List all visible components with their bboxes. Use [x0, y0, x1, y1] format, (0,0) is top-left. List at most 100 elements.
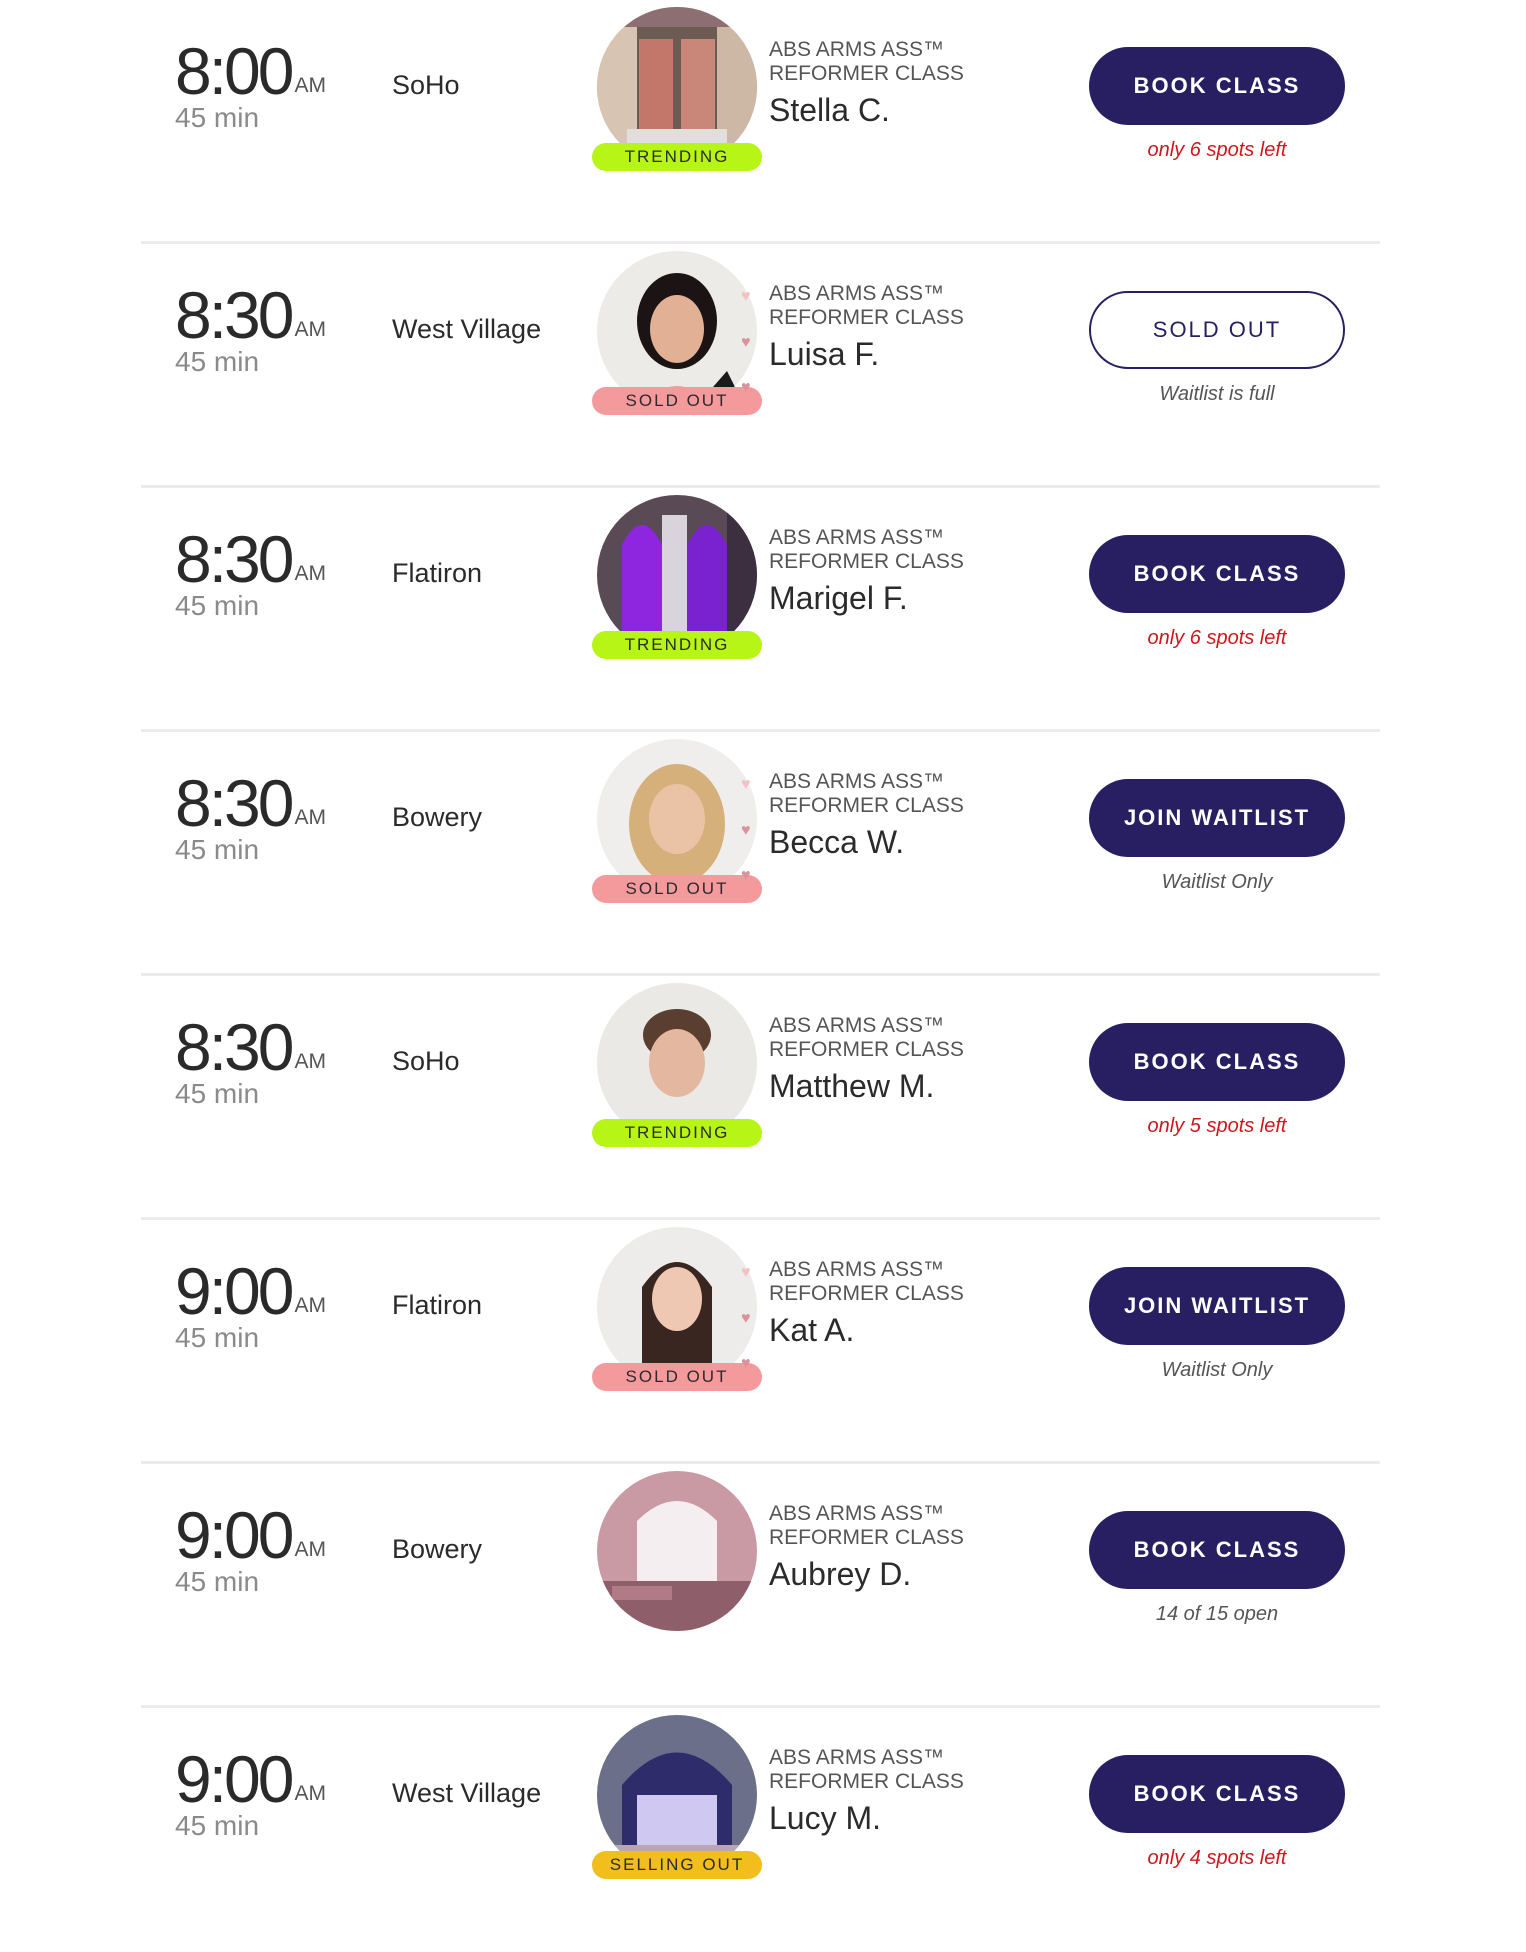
- studio-location: Flatiron: [392, 1290, 483, 1320]
- status-badge: TRENDING: [592, 143, 762, 171]
- availability-note: only 5 spots left: [1147, 1115, 1287, 1137]
- start-time: 8:30: [175, 1010, 294, 1084]
- class-row: 8:30 AM 45 min Bowery SOLD OUT ♥ ♥ ♥ ABS …: [141, 732, 1380, 976]
- class-name: ABS ARMS ASS™ REFORMER CLASS: [769, 38, 964, 85]
- book-class-button[interactable]: BOOK CLASS: [1089, 1511, 1345, 1589]
- class-row: 9:00 AM 45 min West Village SELLING OUT A…: [141, 1708, 1380, 1952]
- heart-icon: ♥: [741, 379, 751, 396]
- book-class-button[interactable]: BOOK CLASS: [1089, 535, 1345, 613]
- status-badge: SOLD OUT: [592, 387, 762, 415]
- join-waitlist-button[interactable]: JOIN WAITLIST: [1089, 1267, 1345, 1345]
- studio-location: Flatiron: [392, 558, 483, 588]
- booking-action: JOIN WAITLIST Waitlist Only: [1089, 1267, 1345, 1382]
- class-name: ABS ARMS ASS™ REFORMER CLASS: [769, 1258, 964, 1305]
- am-pm-label: AM: [294, 1538, 326, 1561]
- class-row: 8:00 AM 45 min SoHo TRENDING ABS ARMS ASS…: [141, 0, 1380, 244]
- start-time: 8:30: [175, 278, 294, 352]
- am-pm-label: AM: [294, 74, 326, 97]
- instructor-name[interactable]: Marigel F.: [769, 580, 1069, 617]
- studio-location: Bowery: [392, 1534, 483, 1564]
- book-class-button[interactable]: BOOK CLASS: [1089, 1023, 1345, 1101]
- availability-note: only 6 spots left: [1147, 139, 1287, 161]
- studio-location: West Village: [392, 314, 542, 344]
- class-name: ABS ARMS ASS™ REFORMER CLASS: [769, 770, 964, 817]
- availability-note: only 6 spots left: [1147, 627, 1287, 649]
- class-time: 8:30 AM 45 min: [175, 770, 355, 866]
- am-pm-label: AM: [294, 318, 326, 341]
- class-info: ABS ARMS ASS™ REFORMER CLASS Aubrey D.: [769, 1502, 1069, 1593]
- instructor-photo[interactable]: SOLD OUT: [592, 1227, 762, 1391]
- start-time: 9:00: [175, 1498, 294, 1572]
- availability-note: 14 of 15 open: [1155, 1603, 1279, 1625]
- class-info: ABS ARMS ASS™ REFORMER CLASS Luisa F.: [769, 282, 1069, 373]
- instructor-photo[interactable]: TRENDING: [592, 983, 762, 1147]
- heart-icon: ♥: [741, 1355, 751, 1372]
- heart-icon: ♥: [741, 867, 751, 884]
- class-schedule-list: 8:00 AM 45 min SoHo TRENDING ABS ARMS ASS…: [141, 0, 1380, 1952]
- class-time: 8:30 AM 45 min: [175, 526, 355, 622]
- instructor-photo[interactable]: [597, 1471, 757, 1631]
- status-badge: SOLD OUT: [592, 875, 762, 903]
- avatar[interactable]: [597, 1471, 757, 1631]
- am-pm-label: AM: [294, 1294, 326, 1317]
- instructor-name[interactable]: Stella C.: [769, 92, 1069, 129]
- booking-action: JOIN WAITLIST Waitlist Only: [1089, 779, 1345, 894]
- class-info: ABS ARMS ASS™ REFORMER CLASS Becca W.: [769, 770, 1069, 861]
- heart-icon: ♥: [741, 1264, 751, 1281]
- booking-action: BOOK CLASS only 6 spots left: [1089, 535, 1345, 650]
- booking-action: BOOK CLASS only 5 spots left: [1089, 1023, 1345, 1138]
- class-time: 8:30 AM 45 min: [175, 282, 355, 378]
- class-time: 9:00 AM 45 min: [175, 1258, 355, 1354]
- heart-icon: ♥: [741, 288, 751, 305]
- class-name: ABS ARMS ASS™ REFORMER CLASS: [769, 526, 964, 573]
- heart-icon: ♥: [741, 1310, 751, 1327]
- start-time: 8:30: [175, 522, 294, 596]
- instructor-name[interactable]: Lucy M.: [769, 1800, 1069, 1837]
- instructor-photo[interactable]: SOLD OUT: [592, 251, 762, 415]
- class-info: ABS ARMS ASS™ REFORMER CLASS Kat A.: [769, 1258, 1069, 1349]
- class-row: 9:00 AM 45 min Flatiron SOLD OUT ♥ ♥ ♥ AB…: [141, 1220, 1380, 1464]
- heart-icon: ♥: [741, 822, 751, 839]
- start-time: 9:00: [175, 1742, 294, 1816]
- class-name: ABS ARMS ASS™ REFORMER CLASS: [769, 1502, 964, 1549]
- booking-action: SOLD OUT Waitlist is full: [1089, 291, 1345, 406]
- class-info: ABS ARMS ASS™ REFORMER CLASS Lucy M.: [769, 1746, 1069, 1837]
- start-time: 8:30: [175, 766, 294, 840]
- class-row: 8:30 AM 45 min SoHo TRENDING ABS ARMS ASS…: [141, 976, 1380, 1220]
- instructor-photo[interactable]: SOLD OUT: [592, 739, 762, 903]
- status-badge: SELLING OUT: [592, 1851, 762, 1879]
- instructor-photo[interactable]: TRENDING: [592, 495, 762, 659]
- class-name: ABS ARMS ASS™ REFORMER CLASS: [769, 1746, 964, 1793]
- class-name: ABS ARMS ASS™ REFORMER CLASS: [769, 1014, 964, 1061]
- availability-note: Waitlist Only: [1161, 1359, 1273, 1381]
- booking-action: BOOK CLASS 14 of 15 open: [1089, 1511, 1345, 1626]
- studio-location: SoHo: [392, 1046, 460, 1076]
- instructor-name[interactable]: Luisa F.: [769, 336, 1069, 373]
- book-class-button[interactable]: BOOK CLASS: [1089, 47, 1345, 125]
- booking-action: BOOK CLASS only 6 spots left: [1089, 47, 1345, 162]
- status-badge: TRENDING: [592, 631, 762, 659]
- instructor-photo[interactable]: SELLING OUT: [592, 1715, 762, 1879]
- instructor-name[interactable]: Kat A.: [769, 1312, 1069, 1349]
- sold-out-button[interactable]: SOLD OUT: [1089, 291, 1345, 369]
- instructor-name[interactable]: Aubrey D.: [769, 1556, 1069, 1593]
- heart-icon: ♥: [741, 334, 751, 351]
- instructor-name[interactable]: Matthew M.: [769, 1068, 1069, 1105]
- studio-location: SoHo: [392, 70, 460, 100]
- availability-note: Waitlist Only: [1161, 871, 1273, 893]
- status-badge: TRENDING: [592, 1119, 762, 1147]
- class-info: ABS ARMS ASS™ REFORMER CLASS Marigel F.: [769, 526, 1069, 617]
- class-time: 9:00 AM 45 min: [175, 1746, 355, 1842]
- am-pm-label: AM: [294, 1782, 326, 1805]
- studio-location: Bowery: [392, 802, 483, 832]
- status-badge: SOLD OUT: [592, 1363, 762, 1391]
- join-waitlist-button[interactable]: JOIN WAITLIST: [1089, 779, 1345, 857]
- am-pm-label: AM: [294, 562, 326, 585]
- availability-note: Waitlist is full: [1159, 383, 1275, 405]
- instructor-name[interactable]: Becca W.: [769, 824, 1069, 861]
- class-info: ABS ARMS ASS™ REFORMER CLASS Matthew M.: [769, 1014, 1069, 1105]
- book-class-button[interactable]: BOOK CLASS: [1089, 1755, 1345, 1833]
- class-time: 8:00 AM 45 min: [175, 38, 355, 134]
- start-time: 8:00: [175, 34, 294, 108]
- instructor-photo[interactable]: TRENDING: [592, 7, 762, 171]
